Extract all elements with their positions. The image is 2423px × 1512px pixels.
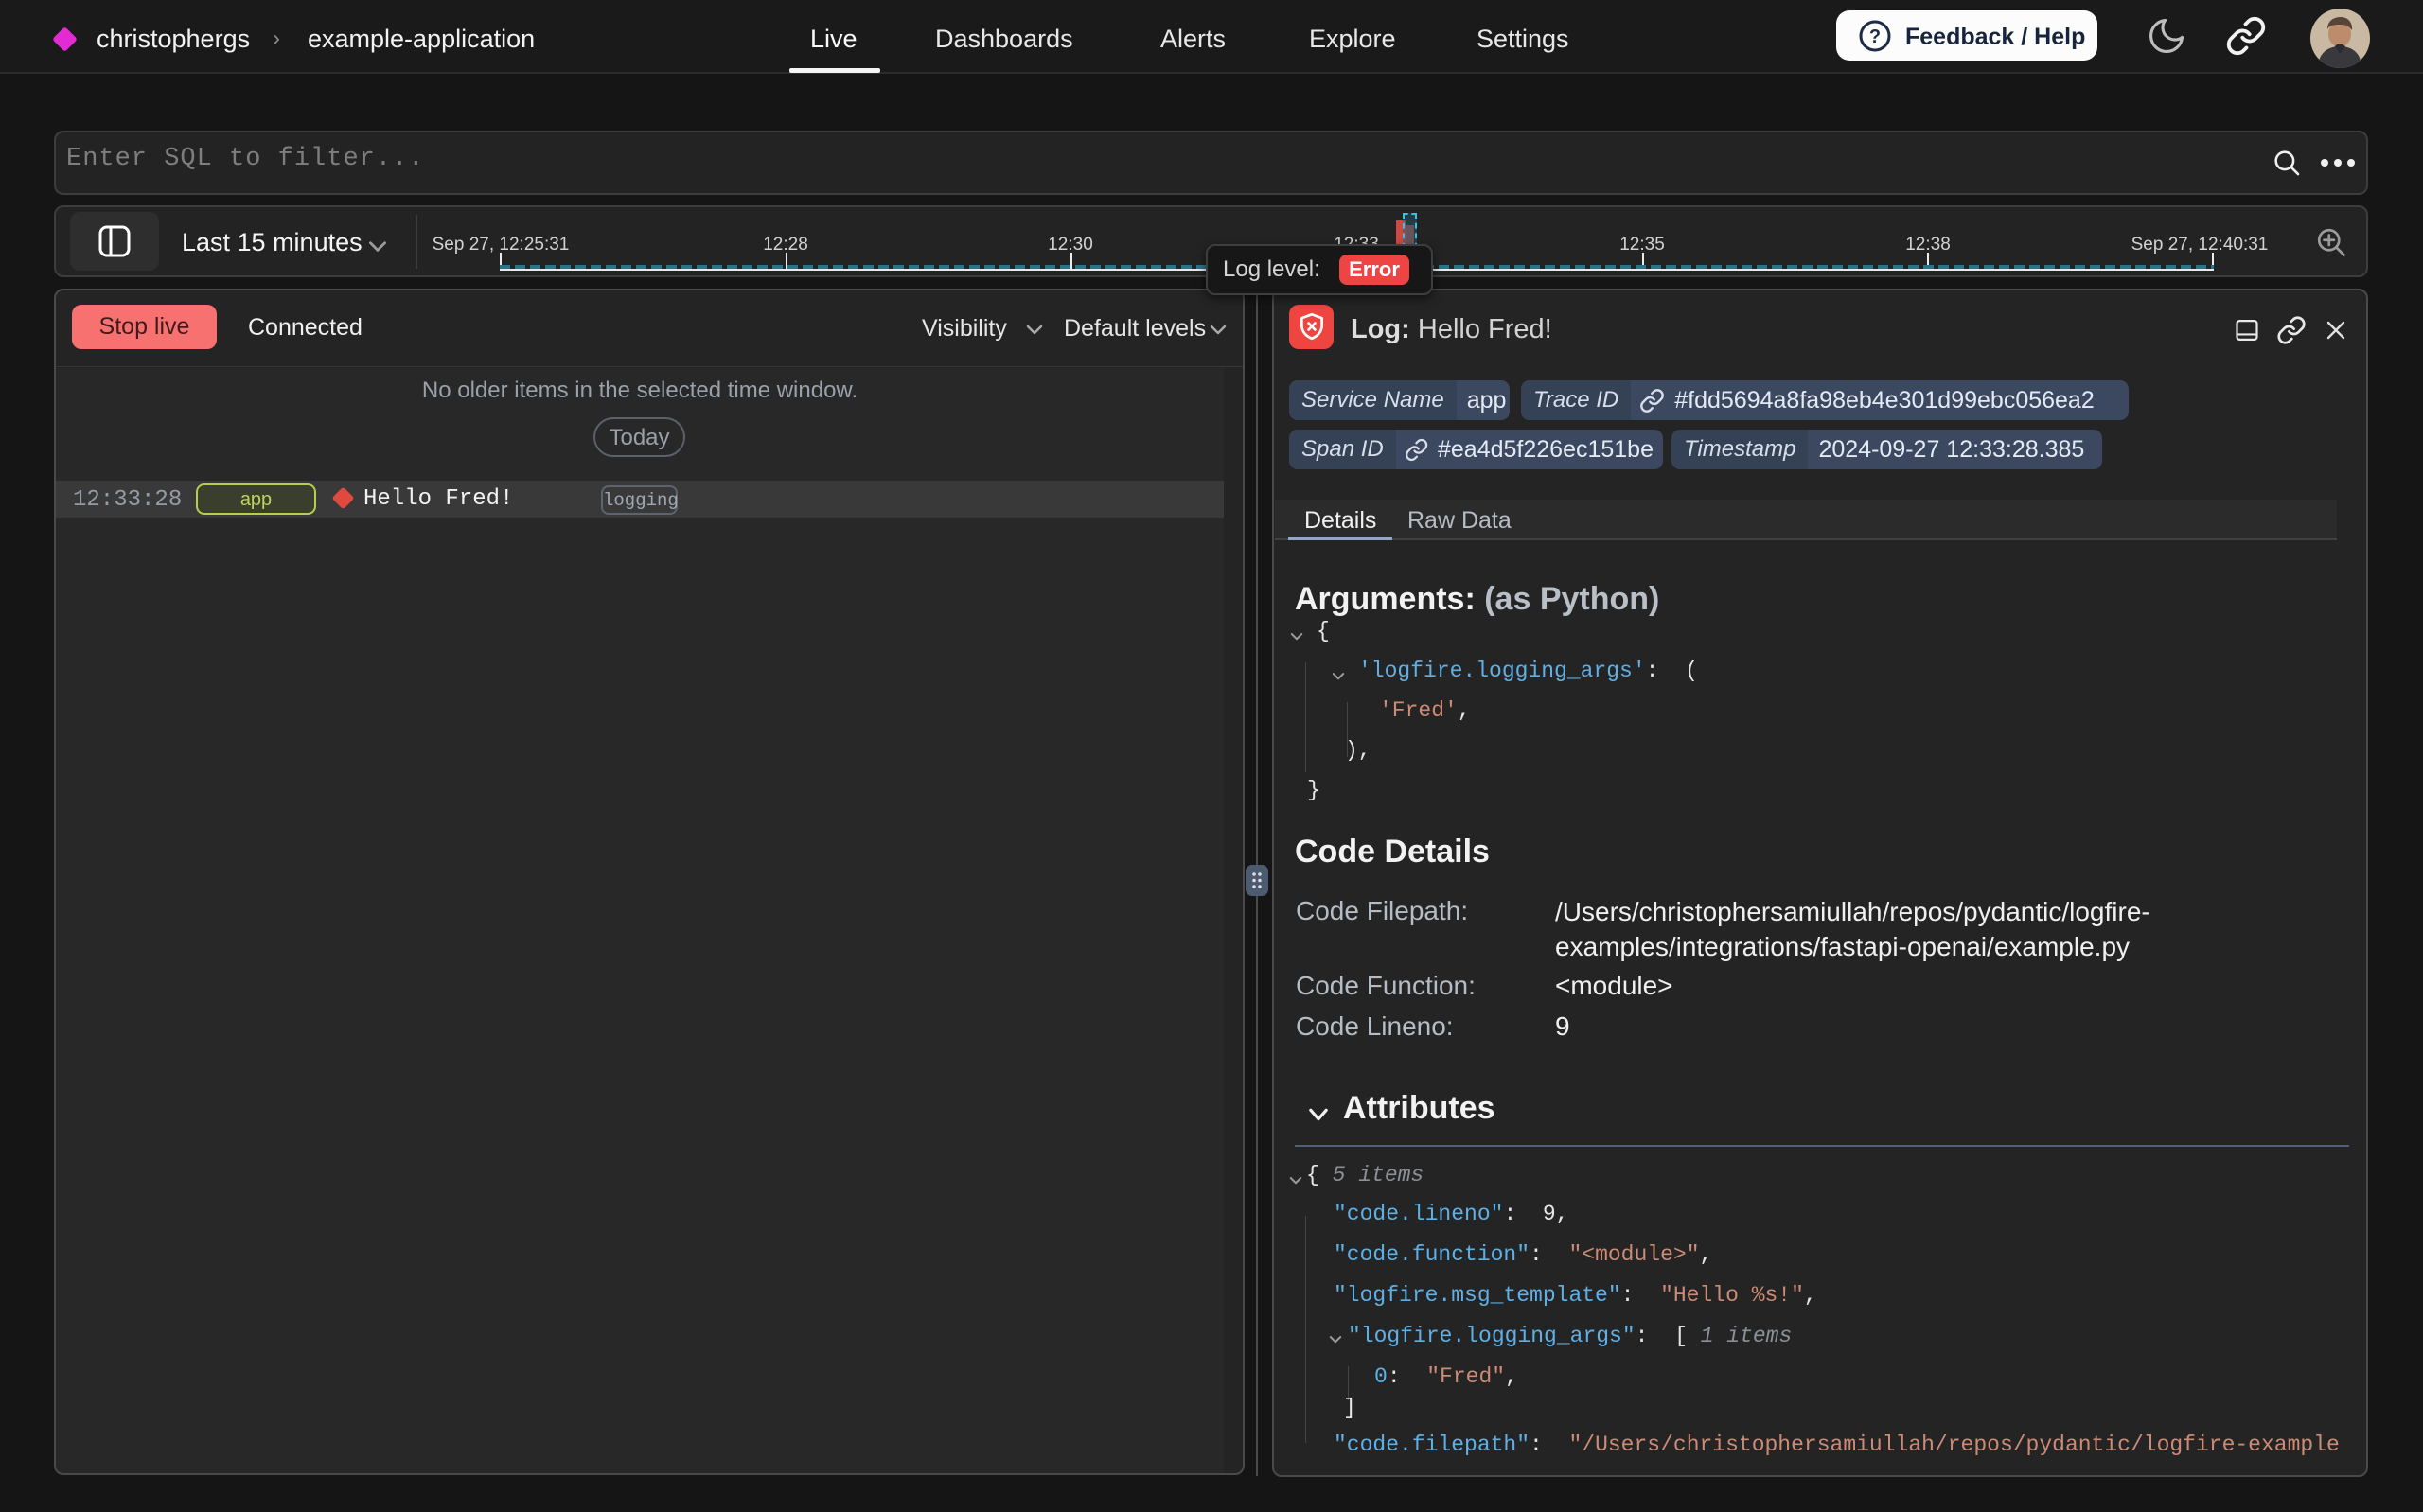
svg-text:?: ?	[1869, 26, 1881, 47]
